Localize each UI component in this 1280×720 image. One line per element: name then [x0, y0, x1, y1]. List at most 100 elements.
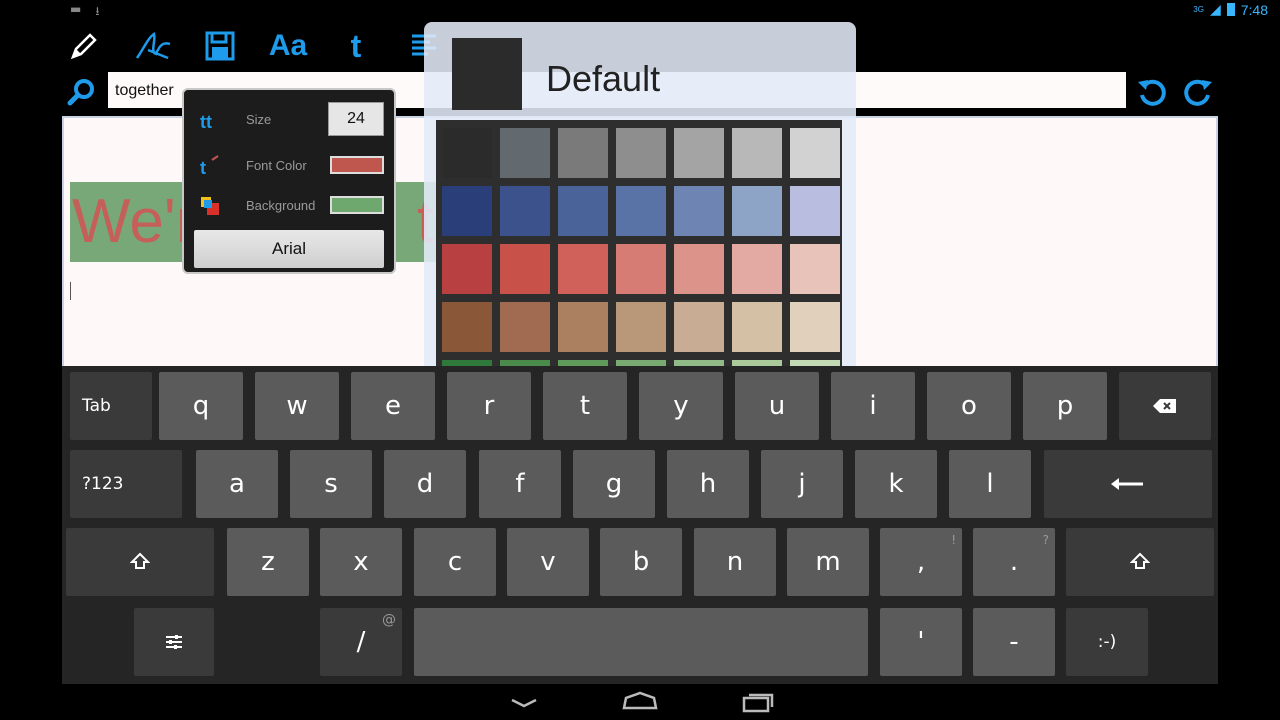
- enter-key[interactable]: [1044, 450, 1212, 518]
- settings-sliders-icon: [166, 635, 182, 649]
- color-swatch-cell[interactable]: [674, 128, 724, 178]
- backspace-key[interactable]: [1119, 372, 1211, 440]
- color-swatch-cell[interactable]: [790, 244, 840, 294]
- key-symbols[interactable]: ?123: [70, 450, 182, 518]
- background-color-swatch[interactable]: [330, 196, 384, 214]
- on-screen-keyboard: Tab q w e r t y u i o p ?123 a s d f g h…: [62, 366, 1218, 684]
- color-swatch-cell[interactable]: [790, 128, 840, 178]
- color-swatch-cell[interactable]: [500, 186, 550, 236]
- key-a[interactable]: a: [196, 450, 278, 518]
- shift-icon: [129, 552, 151, 569]
- size-field[interactable]: 24: [328, 102, 384, 136]
- color-swatch-cell[interactable]: [442, 186, 492, 236]
- backspace-icon: [1153, 399, 1176, 413]
- key-dash[interactable]: -: [973, 608, 1055, 676]
- color-swatch-cell[interactable]: [790, 302, 840, 352]
- key-n[interactable]: n: [694, 528, 776, 596]
- key-c[interactable]: c: [414, 528, 496, 596]
- key-f[interactable]: f: [479, 450, 561, 518]
- font-color-row[interactable]: t Font Color: [184, 148, 394, 184]
- key-apostrophe[interactable]: ': [880, 608, 962, 676]
- key-comma[interactable]: , !: [880, 528, 962, 596]
- key-tab[interactable]: Tab: [70, 372, 152, 440]
- key-r[interactable]: r: [447, 372, 531, 440]
- key-w[interactable]: w: [255, 372, 339, 440]
- color-swatch-cell[interactable]: [732, 244, 782, 294]
- key-g[interactable]: g: [573, 450, 655, 518]
- color-swatch-cell[interactable]: [616, 244, 666, 294]
- color-swatch-cell[interactable]: [500, 244, 550, 294]
- color-swatch-cell[interactable]: [442, 244, 492, 294]
- color-picker-dialog: Default: [424, 22, 856, 368]
- key-smiley[interactable]: :-): [1066, 608, 1148, 676]
- color-swatch-cell[interactable]: [616, 302, 666, 352]
- key-period[interactable]: . ?: [973, 528, 1055, 596]
- color-swatch-cell[interactable]: [442, 302, 492, 352]
- color-swatch-cell[interactable]: [442, 128, 492, 178]
- key-slash[interactable]: / @: [320, 608, 402, 676]
- key-t[interactable]: t: [543, 372, 627, 440]
- shift-key-left[interactable]: [66, 528, 214, 596]
- space-bar[interactable]: [414, 608, 868, 676]
- color-swatch-cell[interactable]: [790, 186, 840, 236]
- signature-icon[interactable]: [134, 28, 174, 64]
- key-i[interactable]: i: [831, 372, 915, 440]
- font-color-label: Font Color: [246, 158, 307, 173]
- key-u[interactable]: u: [735, 372, 819, 440]
- text-format-icon[interactable]: Aa: [268, 28, 308, 64]
- search-icon[interactable]: [66, 76, 98, 108]
- shift-key-right[interactable]: [1066, 528, 1214, 596]
- key-e[interactable]: e: [351, 372, 435, 440]
- back-icon[interactable]: [504, 690, 544, 714]
- color-swatch-cell[interactable]: [616, 186, 666, 236]
- color-swatch-cell[interactable]: [558, 186, 608, 236]
- key-l[interactable]: l: [949, 450, 1031, 518]
- color-swatch-cell[interactable]: [500, 302, 550, 352]
- text-format-popup: tt Size 24 t Font Color Background Arial: [182, 88, 396, 274]
- color-swatch-cell[interactable]: [674, 302, 724, 352]
- redo-icon[interactable]: [1182, 76, 1214, 108]
- color-swatch-cell[interactable]: [674, 244, 724, 294]
- size-row: tt Size 24: [184, 102, 394, 138]
- system-navigation-bar: [0, 684, 1280, 720]
- key-j[interactable]: j: [761, 450, 843, 518]
- key-z[interactable]: z: [227, 528, 309, 596]
- key-h[interactable]: h: [667, 450, 749, 518]
- save-icon[interactable]: [200, 28, 240, 64]
- key-k[interactable]: k: [855, 450, 937, 518]
- undo-icon[interactable]: [1136, 76, 1168, 108]
- font-color-swatch[interactable]: [330, 156, 384, 174]
- text-style-icon[interactable]: t: [336, 28, 376, 64]
- recent-apps-icon[interactable]: [738, 690, 778, 714]
- key-d[interactable]: d: [384, 450, 466, 518]
- key-b[interactable]: b: [600, 528, 682, 596]
- color-picker-title: Default: [546, 58, 661, 99]
- key-o[interactable]: o: [927, 372, 1011, 440]
- key-m[interactable]: m: [787, 528, 869, 596]
- color-swatch-cell[interactable]: [558, 302, 608, 352]
- key-q[interactable]: q: [159, 372, 243, 440]
- settings-key[interactable]: [134, 608, 214, 676]
- home-icon[interactable]: [620, 690, 660, 714]
- system-icons: 3G ◢ 7:48: [1193, 1, 1268, 18]
- key-y[interactable]: y: [639, 372, 723, 440]
- key-p[interactable]: p: [1023, 372, 1107, 440]
- color-swatch-cell[interactable]: [732, 186, 782, 236]
- enter-icon: [1111, 478, 1143, 490]
- color-swatch-cell[interactable]: [732, 302, 782, 352]
- background-row[interactable]: Background: [184, 188, 394, 224]
- color-swatch-cell[interactable]: [558, 128, 608, 178]
- color-swatch-cell[interactable]: [732, 128, 782, 178]
- clock: 7:48: [1240, 1, 1268, 18]
- color-swatch-cell[interactable]: [616, 128, 666, 178]
- color-swatch-cell[interactable]: [674, 186, 724, 236]
- pencil-icon[interactable]: [64, 28, 104, 64]
- key-slash-alt: @: [382, 612, 396, 628]
- key-s[interactable]: s: [290, 450, 372, 518]
- key-v[interactable]: v: [507, 528, 589, 596]
- font-family-button[interactable]: Arial: [194, 230, 384, 268]
- color-swatch-cell[interactable]: [500, 128, 550, 178]
- text-cursor: [70, 282, 71, 300]
- key-slash-label: /: [356, 627, 366, 657]
- color-swatch-cell[interactable]: [558, 244, 608, 294]
